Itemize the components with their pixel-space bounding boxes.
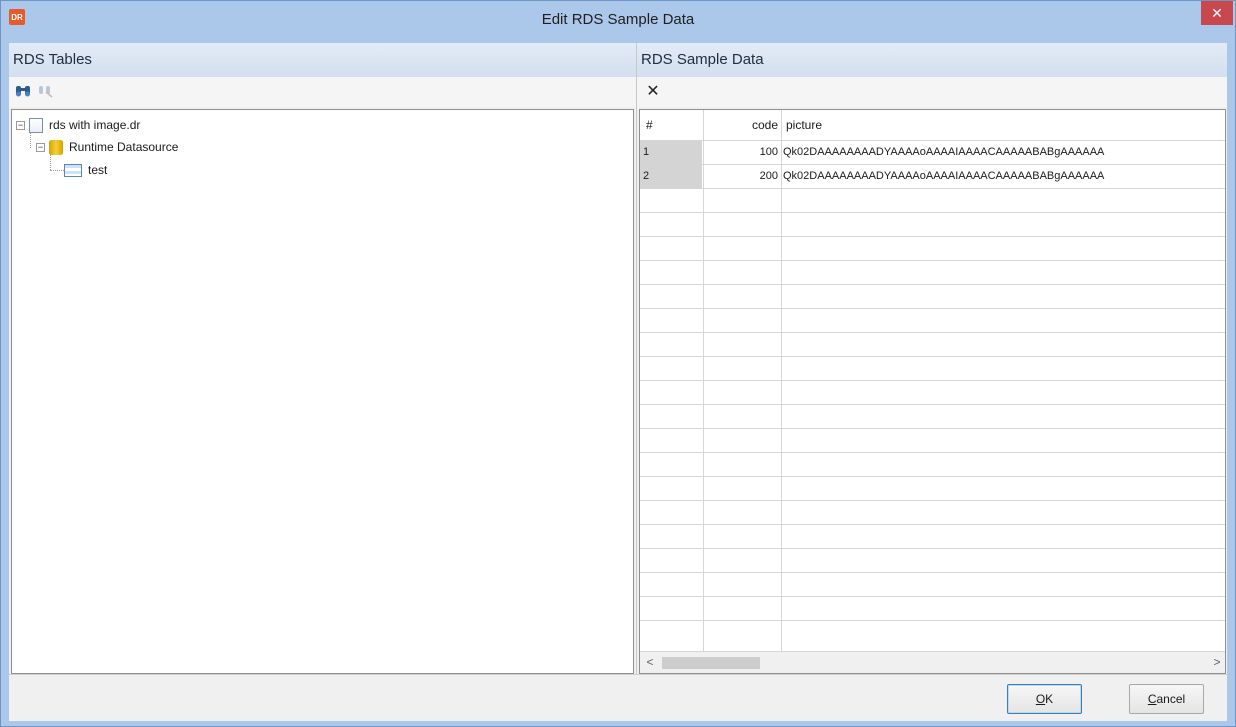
cancel-button[interactable]: Cancel [1129, 684, 1204, 714]
collapse-icon[interactable]: − [36, 142, 45, 152]
sample-data-grid[interactable]: # code picture 1 100 Qk02DAAAAAAAADYAAAA… [639, 109, 1226, 674]
rds-sample-data-panel: RDS Sample Data ✕ # code picture 1 100 Q… [636, 43, 1227, 674]
tree-item-report-file[interactable]: − rds with image.dr [16, 115, 140, 135]
cell-code[interactable]: 100 [704, 141, 778, 165]
row-divider [640, 236, 1225, 237]
window-title: Edit RDS Sample Data [541, 11, 695, 28]
horizontal-scrollbar[interactable]: < > [640, 651, 1225, 673]
row-divider [640, 500, 1225, 501]
row-divider [640, 308, 1225, 309]
dialog-window: DR Edit RDS Sample Data ✕ RDS Tables − r… [0, 0, 1236, 727]
cell-code[interactable]: 200 [704, 165, 778, 189]
clear-filter-icon[interactable] [37, 83, 53, 99]
cell-picture[interactable]: Qk02DAAAAAAAADYAAAAoAAAAIAAAACAAAAABABgA… [783, 165, 1225, 189]
title-bar: DR Edit RDS Sample Data ✕ [1, 1, 1235, 43]
delete-x-icon[interactable]: ✕ [645, 83, 661, 100]
row-divider [640, 260, 1225, 261]
row-divider [640, 620, 1225, 621]
scroll-thumb[interactable] [662, 657, 760, 669]
scroll-right-icon[interactable]: > [1211, 655, 1223, 669]
row-divider [640, 428, 1225, 429]
row-divider [640, 332, 1225, 333]
ok-label-rest: K [1045, 692, 1054, 706]
binoculars-icon[interactable] [15, 83, 31, 99]
rds-sample-data-header: RDS Sample Data [637, 43, 1227, 77]
row-divider [640, 404, 1225, 405]
dialog-button-bar: OK Cancel [9, 674, 1227, 721]
scroll-left-icon[interactable]: < [644, 655, 656, 669]
cancel-label-rest: ancel [1156, 692, 1186, 706]
close-button[interactable]: ✕ [1201, 1, 1233, 25]
row-divider [640, 524, 1225, 525]
row-divider [640, 452, 1225, 453]
close-icon: ✕ [1211, 4, 1223, 21]
row-divider [640, 596, 1225, 597]
rds-tables-toolbar [9, 77, 636, 107]
tree-item-label: Runtime Datasource [69, 140, 179, 154]
row-divider [640, 548, 1225, 549]
row-number[interactable]: 2 [640, 165, 702, 189]
row-divider [640, 284, 1225, 285]
sample-data-toolbar: ✕ [637, 77, 1227, 107]
collapse-icon[interactable]: − [16, 120, 25, 130]
row-number[interactable]: 1 [640, 141, 702, 165]
row-divider [640, 572, 1225, 573]
column-header-code[interactable]: code [704, 110, 778, 140]
column-header-rownum[interactable]: # [646, 110, 653, 140]
tree-item-label: rds with image.dr [49, 118, 141, 132]
ok-mnemonic: O [1035, 692, 1046, 706]
table-icon [64, 163, 82, 177]
tree-item-label: test [88, 163, 108, 177]
ok-button[interactable]: OK [1007, 684, 1082, 714]
rds-tree: − rds with image.dr − Runtime Datasource… [11, 109, 634, 674]
file-icon [29, 117, 43, 133]
tree-item-test-table[interactable]: test [64, 160, 107, 180]
database-icon [49, 139, 63, 155]
rds-tables-panel: RDS Tables − rds with image.dr − Runtime… [9, 43, 636, 674]
column-header-picture[interactable]: picture [786, 110, 822, 140]
cell-picture[interactable]: Qk02DAAAAAAAADYAAAAoAAAAIAAAACAAAAABABgA… [783, 141, 1225, 165]
row-divider [640, 212, 1225, 213]
tree-connector [50, 170, 64, 171]
row-divider [640, 380, 1225, 381]
row-divider [640, 476, 1225, 477]
dialog-content: RDS Tables − rds with image.dr − Runtime… [9, 43, 1227, 721]
cancel-mnemonic: C [1147, 692, 1157, 706]
tree-item-runtime-datasource[interactable]: − Runtime Datasource [36, 137, 178, 157]
row-divider [640, 356, 1225, 357]
rds-tables-header: RDS Tables [9, 43, 636, 77]
